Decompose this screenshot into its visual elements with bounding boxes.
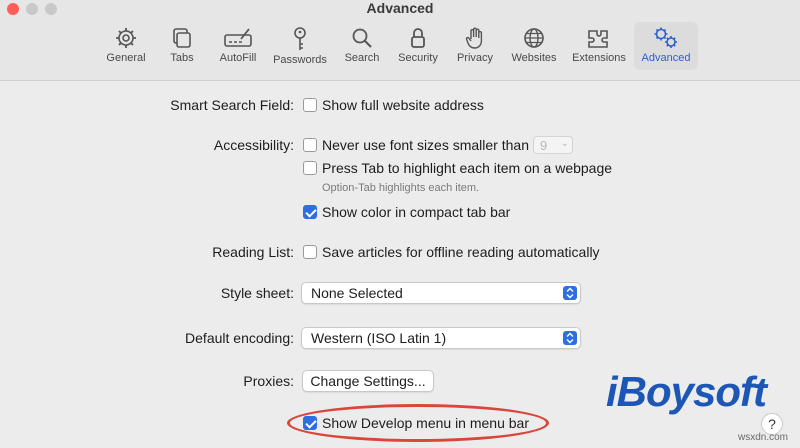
default-encoding-select[interactable]: Western (ISO Latin 1)	[301, 327, 581, 349]
compact-tab-color-label: Show color in compact tab bar	[322, 204, 511, 220]
hand-icon	[465, 27, 483, 49]
default-encoding-value: Western (ISO Latin 1)	[311, 330, 447, 346]
default-encoding-label: Default encoding:	[185, 330, 294, 346]
reading-list-label: Reading List:	[212, 244, 294, 260]
tab-advanced[interactable]: Advanced	[634, 22, 698, 70]
compact-tab-color-checkbox[interactable]	[303, 205, 317, 219]
tab-label: Privacy	[456, 52, 494, 64]
puzzle-icon	[588, 30, 608, 48]
up-down-arrows-icon	[563, 286, 577, 300]
tab-label: Search	[344, 52, 380, 64]
show-full-address-label: Show full website address	[322, 97, 484, 113]
tab-label: Tabs	[170, 52, 194, 64]
tab-label: Extensions	[572, 52, 626, 64]
min-font-size-value: 9	[540, 138, 548, 153]
chevron-down-icon: ⌄	[560, 138, 569, 149]
gear-icon	[116, 28, 136, 48]
key-icon	[294, 27, 306, 50]
style-sheet-select[interactable]: None Selected	[301, 282, 581, 304]
min-font-size-select[interactable]: 9 ⌄	[533, 136, 573, 154]
tab-security[interactable]: Security	[393, 22, 443, 70]
change-settings-button[interactable]: Change Settings...	[302, 370, 434, 392]
globe-icon	[524, 28, 544, 48]
autofill-icon	[224, 28, 252, 47]
window-title: Advanced	[366, 0, 434, 16]
style-sheet-label: Style sheet:	[220, 285, 294, 301]
tab-label: Websites	[511, 52, 557, 64]
option-tab-hint: Option-Tab highlights each item.	[322, 182, 480, 194]
watermark: wsxdn.com	[738, 432, 789, 443]
offline-reading-checkbox[interactable]	[303, 245, 317, 259]
iboysoft-logo: iBoysoft	[606, 368, 767, 415]
min-font-size-label: Never use font sizes smaller than	[322, 137, 529, 153]
tab-extensions[interactable]: Extensions	[567, 22, 631, 70]
up-down-arrows-icon	[563, 331, 577, 345]
tab-passwords[interactable]: Passwords	[270, 22, 330, 70]
lock-icon	[411, 28, 425, 48]
tab-label: AutoFill	[219, 52, 257, 64]
tab-highlight-checkbox[interactable]	[303, 161, 317, 175]
tab-autofill[interactable]: AutoFill	[213, 22, 263, 70]
tabs-icon	[173, 28, 191, 48]
accessibility-label: Accessibility:	[213, 137, 294, 153]
tab-label: Passwords	[273, 54, 327, 66]
tab-general[interactable]: General	[100, 22, 152, 70]
tab-search[interactable]: Search	[340, 22, 384, 70]
tab-websites[interactable]: Websites	[506, 22, 562, 70]
proxies-label: Proxies:	[243, 373, 294, 389]
min-font-size-checkbox[interactable]	[303, 138, 317, 152]
smart-search-label: Smart Search Field:	[170, 97, 294, 113]
search-icon	[352, 28, 372, 48]
style-sheet-value: None Selected	[311, 285, 403, 301]
tab-label: Advanced	[641, 52, 691, 64]
tab-label: General	[106, 52, 146, 64]
tab-tabs[interactable]: Tabs	[162, 22, 202, 70]
tab-privacy[interactable]: Privacy	[452, 22, 498, 70]
offline-reading-label: Save articles for offline reading automa…	[322, 244, 600, 260]
tab-highlight-label: Press Tab to highlight each item on a we…	[322, 160, 613, 176]
highlight-ellipse	[287, 404, 549, 442]
tab-label: Security	[398, 52, 438, 64]
show-full-address-checkbox[interactable]	[303, 98, 317, 112]
window-toolbar: Advanced General Tabs AutoFill Passwords…	[0, 0, 800, 81]
gears-icon	[654, 27, 677, 48]
